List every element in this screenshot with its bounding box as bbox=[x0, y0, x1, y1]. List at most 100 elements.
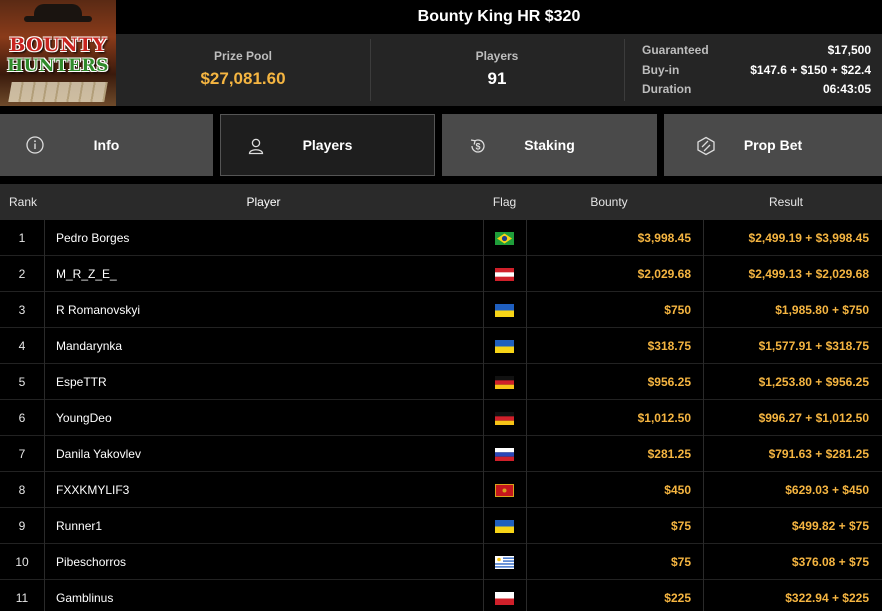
table-row[interactable]: 11 Gamblinus $225 $322.94 + $225 bbox=[0, 580, 882, 611]
bounty-cell: $3,998.45 bbox=[637, 231, 691, 245]
bounty-cell: $2,029.68 bbox=[637, 267, 691, 281]
player-name[interactable]: M_R_Z_E_ bbox=[56, 256, 117, 292]
table-body: 1 Pedro Borges $3,998.45 $2,499.19 + $3,998… bbox=[0, 220, 882, 611]
rank-cell: 10 bbox=[15, 555, 29, 569]
hat-brim bbox=[24, 16, 92, 22]
result-cell: $2,499.19 + $3,998.45 bbox=[748, 231, 869, 245]
table-row[interactable]: 8 FXXKMYLIF3 $450 $629.03 + $450 bbox=[0, 472, 882, 508]
player-name[interactable]: YoungDeo bbox=[56, 400, 112, 436]
prop-bet-icon bbox=[696, 136, 715, 156]
player-name[interactable]: Gamblinus bbox=[56, 580, 113, 611]
header-result[interactable]: Result bbox=[703, 184, 869, 220]
player-name[interactable]: R Romanovskyi bbox=[56, 292, 140, 328]
rank-cell: 6 bbox=[18, 411, 26, 425]
column-divider bbox=[44, 436, 45, 472]
rank-cell: 4 bbox=[18, 339, 26, 353]
table-row[interactable]: 6 YoungDeo $1,012.50 $996.27 + $1,012.50 bbox=[0, 400, 882, 436]
uruguay-flag-icon bbox=[483, 544, 526, 580]
header-bounty[interactable]: Bounty bbox=[527, 184, 691, 220]
player-name[interactable]: EspeTTR bbox=[56, 364, 107, 400]
table-row[interactable]: 9 Runner1 $75 $499.82 + $75 bbox=[0, 508, 882, 544]
players-value: 91 bbox=[487, 69, 507, 88]
column-divider bbox=[44, 544, 45, 580]
player-name[interactable]: Pedro Borges bbox=[56, 220, 129, 256]
rank-cell: 1 bbox=[18, 231, 26, 245]
result-cell: $1,985.80 + $750 bbox=[775, 303, 869, 317]
players-stat: Players 91 bbox=[370, 34, 624, 106]
dollar-cycle-icon: $ bbox=[468, 136, 486, 154]
table-row[interactable]: 10 Pibeschorros $75 $376.08 + $75 bbox=[0, 544, 882, 580]
bounty-cell: $450 bbox=[664, 483, 691, 497]
stats-panel: Prize Pool $27,081.60 Players 91 Guarant… bbox=[116, 34, 882, 106]
table-row[interactable]: 2 M_R_Z_E_ $2,029.68 $2,499.13 + $2,029.68 bbox=[0, 256, 882, 292]
table-row[interactable]: 4 Mandarynka $318.75 $1,577.91 + $318.75 bbox=[0, 328, 882, 364]
buyin-row: Buy-in $147.6 + $150 + $22.4 bbox=[642, 63, 871, 77]
svg-text:$: $ bbox=[475, 142, 480, 152]
germany-flag-icon bbox=[483, 400, 526, 436]
result-cell: $322.94 + $225 bbox=[785, 591, 869, 605]
column-divider bbox=[44, 400, 45, 436]
result-cell: $2,499.13 + $2,029.68 bbox=[748, 267, 869, 281]
poland-flag-icon bbox=[483, 580, 526, 611]
header-rank[interactable]: Rank bbox=[0, 184, 44, 220]
rank-cell: 11 bbox=[15, 591, 29, 605]
bounty-cell: $750 bbox=[664, 303, 691, 317]
table-row[interactable]: 5 EspeTTR $956.25 $1,253.80 + $956.25 bbox=[0, 364, 882, 400]
prize-pool-label: Prize Pool bbox=[213, 49, 272, 63]
rank-cell: 9 bbox=[18, 519, 26, 533]
column-divider bbox=[44, 256, 45, 292]
player-name[interactable]: Danila Yakovlev bbox=[56, 436, 141, 472]
logo-text-bottom: HUNTERS bbox=[7, 56, 109, 76]
bounty-cell: $281.25 bbox=[647, 447, 691, 461]
tab-staking[interactable]: $ Staking bbox=[442, 114, 657, 176]
bounty-cell: $75 bbox=[670, 519, 691, 533]
player-name[interactable]: Mandarynka bbox=[56, 328, 122, 364]
result-cell: $629.03 + $450 bbox=[785, 483, 869, 497]
ukraine-flag-icon bbox=[483, 508, 526, 544]
bounty-cell: $956.25 bbox=[647, 375, 691, 389]
table-row[interactable]: 3 R Romanovskyi $750 $1,985.80 + $750 bbox=[0, 292, 882, 328]
duration-row: Duration 06:43:05 bbox=[642, 82, 871, 96]
result-cell: $1,577.91 + $318.75 bbox=[758, 339, 869, 353]
buyin-value: $147.6 + $150 + $22.4 bbox=[750, 63, 871, 77]
rank-cell: 8 bbox=[18, 483, 26, 497]
player-name[interactable]: Runner1 bbox=[56, 508, 102, 544]
rank-cell: 2 bbox=[18, 267, 26, 281]
tournament-details: Guaranteed $17,500 Buy-in $147.6 + $150 … bbox=[626, 34, 882, 106]
header-player[interactable]: Player bbox=[44, 184, 483, 220]
tab-players[interactable]: Players bbox=[220, 114, 435, 176]
column-divider bbox=[44, 364, 45, 400]
players-table: Rank Player Flag Bounty Result 1 Pedro Bo… bbox=[0, 184, 882, 611]
bounty-cell: $75 bbox=[670, 555, 691, 569]
ukraine-flag-icon bbox=[483, 328, 526, 364]
tab-prop-bet[interactable]: Prop Bet bbox=[664, 114, 882, 176]
prize-pool-stat: Prize Pool $27,081.60 bbox=[116, 34, 370, 106]
rank-cell: 3 bbox=[18, 303, 26, 317]
result-cell: $376.08 + $75 bbox=[791, 555, 869, 569]
tournament-title: Bounty King HR $320 bbox=[417, 8, 581, 25]
bounty-cell: $318.75 bbox=[647, 339, 691, 353]
logo-text-top: BOUNTY bbox=[9, 34, 107, 56]
buyin-label: Buy-in bbox=[642, 63, 680, 77]
table-row[interactable]: 1 Pedro Borges $3,998.45 $2,499.19 + $3,998… bbox=[0, 220, 882, 256]
title-bar: Bounty King HR $320 bbox=[116, 0, 882, 34]
table-row[interactable]: 7 Danila Yakovlev $281.25 $791.63 + $281.25 bbox=[0, 436, 882, 472]
player-name[interactable]: FXXKMYLIF3 bbox=[56, 472, 129, 508]
tab-bar: Info Players $ Staking Prop Bet bbox=[0, 114, 882, 176]
player-name[interactable]: Pibeschorros bbox=[56, 544, 126, 580]
header-flag[interactable]: Flag bbox=[483, 184, 526, 220]
result-cell: $996.27 + $1,012.50 bbox=[758, 411, 869, 425]
tournament-logo: BOUNTY HUNTERS bbox=[0, 0, 116, 106]
brazil-flag-icon bbox=[483, 220, 526, 256]
players-label: Players bbox=[475, 49, 519, 63]
austria-flag-icon bbox=[483, 256, 526, 292]
column-divider bbox=[44, 220, 45, 256]
germany-flag-icon bbox=[483, 364, 526, 400]
result-cell: $499.82 + $75 bbox=[791, 519, 869, 533]
guaranteed-label: Guaranteed bbox=[642, 43, 709, 57]
rank-cell: 5 bbox=[18, 375, 26, 389]
column-divider bbox=[44, 292, 45, 328]
tab-info[interactable]: Info bbox=[0, 114, 213, 176]
column-divider bbox=[44, 328, 45, 364]
info-icon bbox=[26, 136, 44, 154]
